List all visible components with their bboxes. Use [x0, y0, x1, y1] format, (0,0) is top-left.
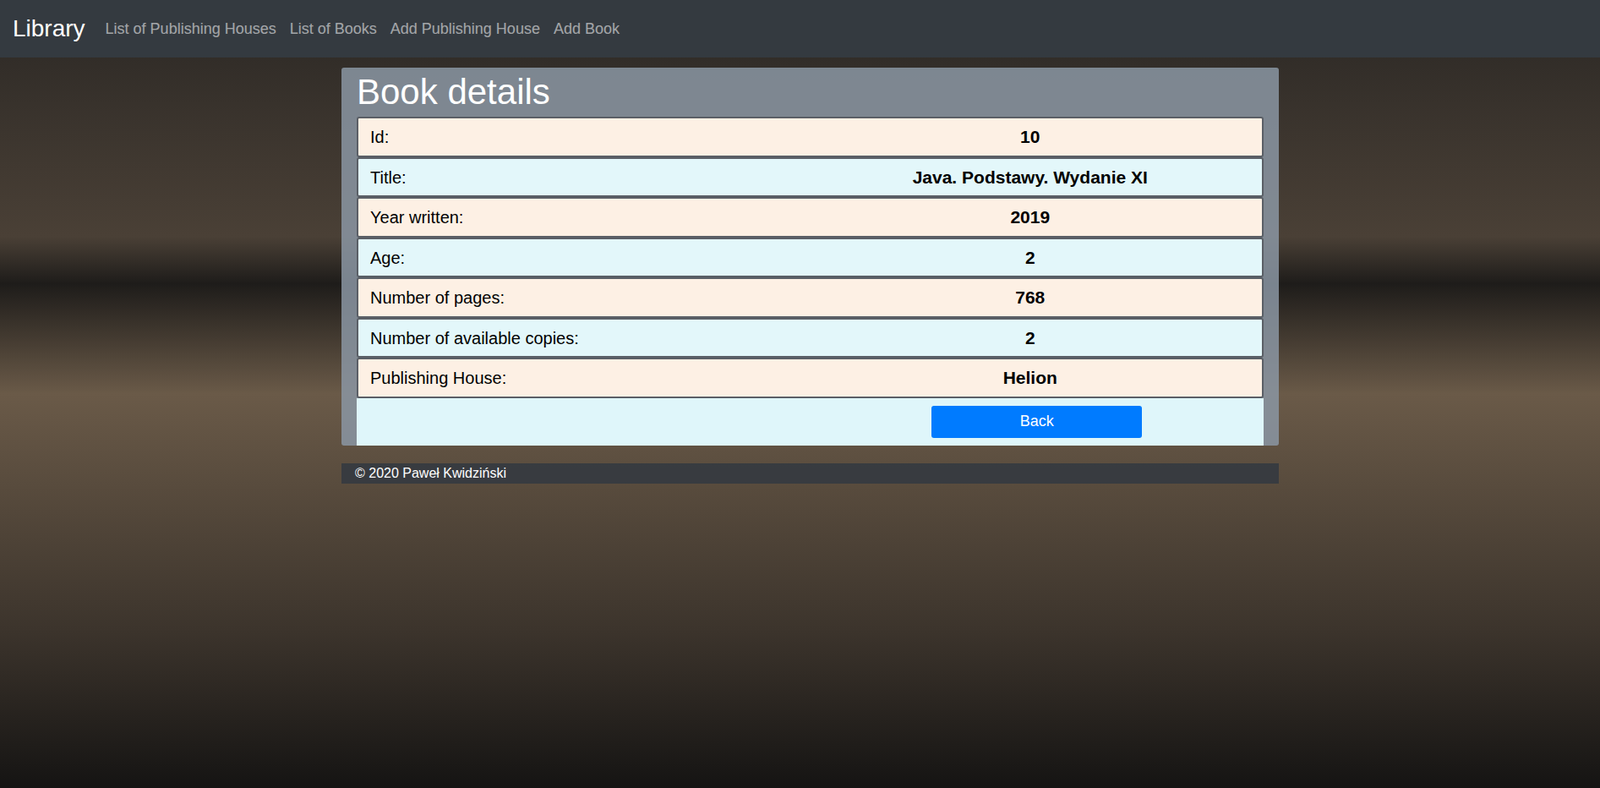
brand-link[interactable]: Library: [12, 10, 86, 47]
detail-row: Number of pages:768: [356, 277, 1264, 318]
details-table: Id:10Title:Java. Podstawy. Wydanie XIYea…: [356, 116, 1264, 399]
detail-row: Age:2: [356, 237, 1264, 279]
detail-row: Publishing House:Helion: [356, 357, 1264, 399]
detail-label: Number of available copies:: [370, 320, 811, 356]
detail-value: 10: [810, 118, 1251, 156]
detail-row: Year written:2019: [356, 196, 1264, 238]
detail-value: 768: [810, 278, 1251, 317]
button-wrap: Back: [810, 405, 1265, 438]
detail-label: Age:: [370, 240, 811, 276]
navbar: Library List of Publishing Houses List of …: [0, 0, 1600, 58]
footer-text: © 2020 Paweł Kwidziński: [354, 463, 507, 484]
nav-link[interactable]: List of Publishing Houses: [105, 17, 277, 41]
detail-value: 2: [810, 239, 1251, 277]
detail-value: 2: [810, 319, 1251, 357]
page: Library List of Publishing Houses List of …: [0, 0, 1600, 788]
nav-link[interactable]: Add Publishing House: [390, 17, 541, 41]
detail-row: Title:Java. Podstawy. Wydanie XI: [356, 157, 1264, 198]
detail-label: Publishing House:: [370, 360, 811, 396]
detail-label: Title:: [370, 159, 811, 196]
detail-value: Java. Podstawy. Wydanie XI: [810, 158, 1251, 197]
footer: © 2020 Paweł Kwidziński: [341, 463, 1279, 484]
detail-row: Number of available copies:2: [356, 317, 1264, 359]
nav-link[interactable]: List of Books: [289, 17, 377, 41]
detail-label: Year written:: [370, 199, 811, 235]
nav-link[interactable]: Add Book: [553, 17, 620, 41]
detail-value: Helion: [810, 359, 1251, 397]
detail-row: Id:10: [356, 116, 1264, 158]
back-button[interactable]: Back: [931, 405, 1142, 438]
detail-label: Id:: [370, 119, 811, 155]
detail-label: Number of pages:: [370, 279, 811, 316]
main: Book detailsId:10Title:Java. Podstawy. W…: [0, 57, 1600, 484]
book-details-card: Book detailsId:10Title:Java. Podstawy. W…: [341, 67, 1279, 446]
detail-value: 2019: [810, 198, 1251, 236]
button-row: Back: [356, 398, 1264, 446]
card-title: Book details: [356, 70, 1264, 117]
